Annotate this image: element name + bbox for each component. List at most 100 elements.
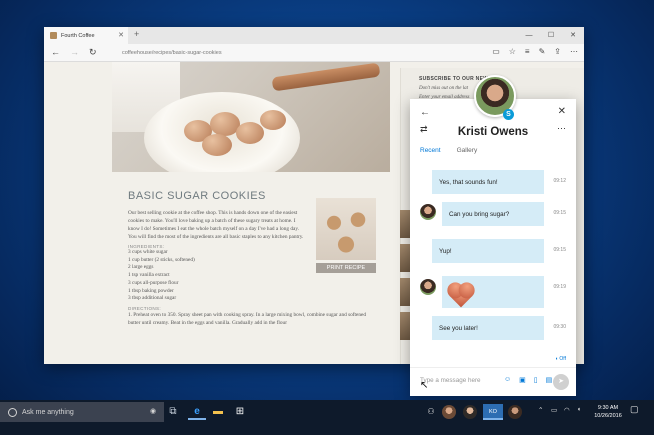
contact-avatar	[420, 204, 436, 220]
tray-chevron-icon[interactable]: ⌃	[538, 406, 543, 414]
tab-close-icon[interactable]: ✕	[118, 31, 124, 39]
browser-tab[interactable]: Fourth Coffee ✕	[44, 27, 128, 44]
send-button[interactable]: ➤	[553, 374, 569, 390]
refresh-icon[interactable]: ↻	[89, 47, 97, 58]
favicon-icon	[50, 32, 57, 39]
pinned-contact-avatar[interactable]	[442, 405, 456, 419]
clock[interactable]: 9:30 AM 10/26/2016	[591, 404, 625, 420]
close-window-button[interactable]: ✕	[562, 27, 584, 44]
tab-gallery[interactable]: Gallery	[457, 147, 478, 154]
rolling-pin	[271, 62, 381, 92]
hero-photo	[112, 62, 390, 172]
message-time: 09:15	[553, 247, 566, 253]
edge-icon[interactable]: e	[188, 404, 206, 420]
store-icon[interactable]: ⊞	[231, 404, 249, 420]
toolbar-icons: ▭ ☆ ≡ ✎ ⇪ ⋯	[492, 47, 578, 56]
directions-text: 1. Preheat oven to 350. Spray sheet pan …	[128, 311, 367, 326]
forward-arrow-icon[interactable]: →	[70, 47, 79, 57]
tab-title: Fourth Coffee	[61, 32, 95, 39]
pinned-contact-ko[interactable]: KO	[483, 404, 503, 420]
message-text: Yes, that sounds fun!	[439, 178, 498, 186]
new-tab-button[interactable]: +	[134, 29, 139, 39]
egg	[236, 122, 264, 144]
pinned-contact-avatar[interactable]	[463, 405, 477, 419]
action-center-icon[interactable]: ▢	[630, 404, 639, 415]
share-icon[interactable]: ⇪	[554, 47, 561, 56]
heart-emoticon	[448, 283, 474, 308]
message-time: 09:30	[553, 324, 566, 330]
status-text: Off	[559, 356, 566, 362]
address-bar[interactable]: coffeehouse/recipes/basic-sugar-cookies	[114, 47, 464, 59]
bowl-of-eggs	[144, 92, 300, 172]
ingredient-item: 3 tbsp additional sugar	[128, 295, 177, 302]
message-bubble: Can you bring sugar?	[442, 202, 544, 226]
status-label[interactable]: ◖ Off	[555, 356, 566, 362]
message-text: Yup!	[439, 247, 452, 255]
contact-avatar	[420, 279, 436, 295]
back-arrow-icon[interactable]: ←	[420, 107, 430, 118]
battery-icon[interactable]: ▭	[551, 406, 557, 414]
message-bubble: Yes, that sounds fun!	[432, 170, 544, 194]
recipe-intro: Our best selling cookie at the coffee sh…	[128, 210, 304, 240]
contact-card-icon[interactable]: ▤	[546, 376, 553, 384]
tab-recent[interactable]: Recent	[420, 147, 441, 154]
clock-time: 9:30 AM	[597, 405, 619, 411]
reading-view-icon[interactable]: ▭	[492, 47, 500, 56]
message-time: 09:12	[553, 178, 566, 184]
egg	[260, 110, 286, 130]
sidebar-thumbnails	[400, 210, 410, 346]
ingredient-item: 1 tbsp baking powder	[128, 287, 174, 294]
wifi-icon[interactable]: ◠	[564, 406, 570, 414]
file-icon[interactable]: ▯	[534, 376, 538, 384]
web-note-icon[interactable]: ✎	[539, 47, 546, 56]
thumbnail[interactable]	[400, 244, 410, 272]
thumbnail[interactable]	[400, 278, 410, 306]
message-input[interactable]: Type a message here	[420, 377, 481, 384]
print-recipe-button[interactable]: PRINT RECIPE	[316, 263, 376, 273]
maximize-button[interactable]: ☐	[540, 27, 562, 44]
thumbnail[interactable]	[400, 312, 410, 340]
volume-icon: ◖	[555, 356, 559, 362]
composer-icons: ☺ ▣ ▯ ▤	[504, 376, 552, 384]
favorite-star-icon[interactable]: ☆	[509, 47, 516, 56]
mouse-cursor-icon: ↖	[420, 380, 429, 391]
clock-date: 10/26/2016	[594, 413, 622, 419]
people-icon[interactable]: ⚇	[422, 404, 440, 420]
subscribe-text: Don't miss out on the lat	[419, 86, 468, 91]
hub-icon[interactable]: ≡	[525, 47, 530, 56]
cortana-icon	[8, 407, 17, 417]
address-text: coffeehouse/recipes/basic-sugar-cookies	[122, 50, 222, 56]
chat-tabs: Recent Gallery	[420, 147, 477, 154]
cortana-search-box[interactable]: Ask me anything	[0, 402, 164, 422]
task-view-icon[interactable]: ⧉	[164, 404, 182, 420]
message-composer: Type a message here ☺ ▣ ▯ ▤ ➤	[410, 367, 576, 396]
message-text: Can you bring sugar?	[449, 210, 510, 218]
ingredient-item: 1 tsp vanilla extract	[128, 272, 170, 279]
volume-icon[interactable]: ◖	[577, 406, 581, 413]
file-explorer-icon[interactable]: ▬	[209, 404, 227, 420]
message-time: 09:19	[553, 284, 566, 290]
message-time: 09:15	[553, 210, 566, 216]
cookie-photo	[316, 198, 376, 260]
skype-badge-icon: S	[503, 109, 514, 120]
thumbnail[interactable]	[400, 210, 410, 238]
tab-bar: Fourth Coffee ✕ + — ☐ ✕	[44, 27, 584, 44]
pinned-contact-avatar[interactable]	[508, 405, 522, 419]
message-bubble: See you later!	[432, 316, 544, 340]
taskbar: Ask me anything ◉ ⧉ e ▬ ⊞ ⚇ KO ⌃ ▭ ◠ ◖ 9…	[0, 400, 654, 435]
microphone-icon[interactable]: ◉	[150, 407, 156, 415]
browser-toolbar: ← → ↻ coffeehouse/recipes/basic-sugar-co…	[44, 44, 584, 62]
search-placeholder: Ask me anything	[22, 408, 74, 416]
window-controls: — ☐ ✕	[518, 27, 584, 44]
image-icon[interactable]: ▣	[519, 376, 526, 384]
message-text: See you later!	[439, 324, 478, 332]
more-icon[interactable]: ⋯	[570, 47, 578, 56]
ingredient-item: 3 cups all-purpose flour	[128, 279, 179, 286]
emoji-icon[interactable]: ☺	[504, 376, 511, 384]
minimize-button[interactable]: —	[518, 27, 540, 44]
skype-chat-panel: ← ✕ ⇄ ⋯ Kristi Owens Recent Gallery Yes,…	[410, 99, 576, 396]
message-bubble: Yup!	[432, 239, 544, 263]
close-icon[interactable]: ✕	[558, 106, 566, 117]
egg	[202, 134, 232, 156]
back-arrow-icon[interactable]: ←	[51, 47, 60, 57]
